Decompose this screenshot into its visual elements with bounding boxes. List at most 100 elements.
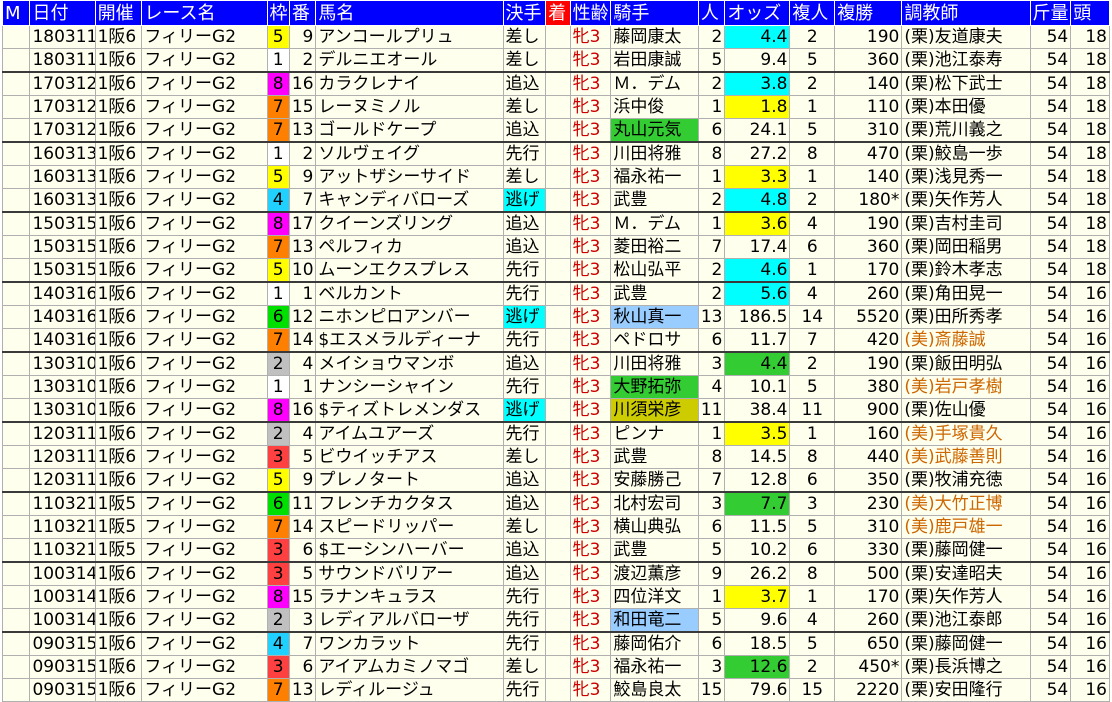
table-row[interactable]: 180311 1阪6 フィリーG2 1 2 デルニエオール 差し 牝3 岩田康誠 5 9.4 5 360… — [1, 48, 1110, 73]
cell-date: 120311 — [29, 421, 96, 446]
cell-chaku — [545, 351, 571, 376]
col-header-ban[interactable]: 番 — [288, 0, 317, 26]
cell-jockey: 岩田康誠 — [610, 48, 699, 73]
cell-sexage: 牝3 — [569, 351, 612, 376]
cell-fuku: 260 — [834, 608, 903, 633]
table-row[interactable]: 180311 1阪6 フィリーG2 5 9 アンコールプリュ 差し 牝3 藤岡康太 2 4.4 2 19… — [1, 25, 1110, 49]
cell-kinryo: 54 — [1029, 48, 1072, 73]
table-row[interactable]: 100314 1阪6 フィリーG2 8 15 ラナンキュラス 先行 牝3 四位洋文 1 3.7 1 17… — [1, 585, 1110, 609]
cell-kinryo: 54 — [1029, 165, 1072, 189]
cell-sexage: 牝3 — [569, 211, 612, 236]
cell-chaku — [545, 608, 571, 633]
cell-kimete: 逃げ — [502, 305, 547, 329]
cell-kaisai: 1阪6 — [94, 585, 143, 609]
cell-waku: 1 — [266, 141, 290, 166]
col-header-kaisai[interactable]: 開催 — [94, 0, 143, 26]
col-header-fninki[interactable]: 複人 — [789, 0, 836, 26]
table-row[interactable]: 150315 1阪6 フィリーG2 7 13 ペルフィカ 追込 牝3 菱田裕二 7 17.4 6 360… — [1, 235, 1110, 259]
cell-fuku: 190 — [834, 25, 903, 49]
cell-ban: 1 — [288, 375, 317, 399]
cell-waku: 2 — [266, 421, 290, 446]
cell-kaisai: 1阪6 — [94, 351, 143, 376]
table-row[interactable]: 100314 1阪6 フィリーG2 2 3 レディアルバローザ 先行 牝3 和田竜二 5 9.6 4 2… — [1, 608, 1110, 633]
table-row[interactable]: 130310 1阪6 フィリーG2 2 4 メイショウマンボ 追込 牝3 川田将雅 3 4.4 2 19… — [1, 351, 1110, 376]
table-row[interactable]: 140316 1阪6 フィリーG2 1 1 ベルカント 先行 牝3 武豊 2 5.6 4 260 (栗)角… — [1, 281, 1110, 306]
cell-sexage: 牝3 — [569, 25, 612, 49]
table-row[interactable]: 130310 1阪6 フィリーG2 8 16 $ティズトレメンダス 逃げ 牝3 川須栄彦 11 38… — [1, 398, 1110, 423]
cell-ninki: 7 — [697, 468, 726, 493]
table-row[interactable]: 120311 1阪6 フィリーG2 5 9 プレノタート 追込 牝3 安藤勝己 7 12.8 6 350… — [1, 468, 1110, 493]
col-header-jockey[interactable]: 騎手 — [610, 0, 699, 26]
table-row[interactable]: 150315 1阪6 フィリーG2 8 17 クイーンズリング 追込 牝3 Ｍ．デム 1 3.6 4 1… — [1, 211, 1110, 236]
cell-chaku — [545, 538, 571, 563]
cell-chaku — [545, 585, 571, 609]
cell-fuku: 360 — [834, 48, 903, 73]
table-row[interactable]: 120311 1阪6 フィリーG2 2 4 アイムユアーズ 先行 牝3 ピンナ 1 3.5 1 160(… — [1, 421, 1110, 446]
cell-jockey: 浜中俊 — [610, 95, 699, 119]
cell-race: フィリーG2 — [141, 538, 268, 563]
cell-trainer: (栗)池江泰郎 — [901, 608, 1031, 633]
cell-m — [1, 375, 31, 399]
table-row[interactable]: 150315 1阪6 フィリーG2 5 10 ムーンエクスプレス 先行 牝3 松山弘平 2 4.6 1… — [1, 258, 1110, 283]
cell-odds: 3.7 — [724, 585, 791, 609]
table-row[interactable]: 100314 1阪6 フィリーG2 3 5 サウンドバリアー 追込 牝3 渡辺薫彦 9 26.2 8 5… — [1, 561, 1110, 586]
cell-kaisai: 1阪6 — [94, 421, 143, 446]
table-row[interactable]: 160313 1阪6 フィリーG2 5 9 アットザシーサイド 差し 牝3 福永祐一 1 3.3 1 1… — [1, 165, 1110, 189]
cell-sexage: 牝3 — [569, 118, 612, 143]
cell-fuku: 420 — [834, 328, 903, 353]
table-row[interactable]: 090315 1阪6 フィリーG2 7 13 レディルージュ 先行 牝3 鮫島良太 15 79.6 1… — [1, 678, 1110, 702]
table-row[interactable]: 130310 1阪6 フィリーG2 1 1 ナンシーシャイン 先行 牝3 大野拓弥 4 10.1 5 3… — [1, 375, 1110, 399]
col-header-odds[interactable]: オッズ — [724, 0, 791, 26]
table-row[interactable]: 110321 1阪5 フィリーG2 3 6 $エーシンハーバー 追込 牝3 武豊 5 10.2 6 33… — [1, 538, 1110, 563]
cell-date: 130310 — [29, 398, 96, 423]
col-header-kimete[interactable]: 決手 — [502, 0, 547, 26]
table-row[interactable]: 160313 1阪6 フィリーG2 4 7 キャンディバローズ 逃げ 牝3 武豊 2 4.8 2 180… — [1, 188, 1110, 213]
cell-tou: 18 — [1070, 118, 1110, 143]
cell-date: 150315 — [29, 235, 96, 259]
table-row[interactable]: 140316 1阪6 フィリーG2 7 14 $エスメラルディーナ 先行 牝3 ペドロサ 6 11.… — [1, 328, 1110, 353]
cell-horse: サウンドバリアー — [315, 561, 504, 586]
cell-fuku: 500 — [834, 561, 903, 586]
col-header-kinryo[interactable]: 斤量 — [1029, 0, 1072, 26]
table-row[interactable]: 170312 1阪6 フィリーG2 7 15 レーヌミノル 差し 牝3 浜中俊 1 1.8 1 110(… — [1, 95, 1110, 119]
cell-waku: 7 — [266, 118, 290, 143]
col-header-race[interactable]: レース名 — [141, 0, 268, 26]
table-row[interactable]: 120311 1阪6 フィリーG2 3 5 ビウイッチアス 差し 牝3 武豊 8 14.5 8 440(… — [1, 445, 1110, 469]
table-row[interactable]: 140316 1阪6 フィリーG2 6 12 ニホンピロアンバー 逃げ 牝3 秋山真一 13 186… — [1, 305, 1110, 329]
col-header-trainer[interactable]: 調教師 — [901, 0, 1031, 26]
col-header-horse[interactable]: 馬名 — [315, 0, 504, 26]
cell-mark: * — [890, 656, 900, 677]
cell-waku: 3 — [266, 538, 290, 563]
cell-kinryo: 54 — [1029, 281, 1072, 306]
table-row[interactable]: 090315 1阪6 フィリーG2 3 6 アイアムカミノマゴ 差し 牝3 福永祐一 3 12.6 2… — [1, 655, 1110, 679]
col-header-tou[interactable]: 頭 — [1070, 0, 1110, 26]
cell-waku: 6 — [266, 305, 290, 329]
cell-date: 170312 — [29, 71, 96, 96]
col-header-sexage[interactable]: 性齢 — [569, 0, 612, 26]
cell-date: 150315 — [29, 258, 96, 283]
col-header-date[interactable]: 日付 — [29, 0, 96, 26]
cell-kimete: 追込 — [502, 211, 547, 236]
cell-odds: 186.5 — [724, 305, 791, 329]
cell-date: 130310 — [29, 351, 96, 376]
table-row[interactable]: 090315 1阪6 フィリーG2 4 7 ワンカラット 先行 牝3 藤岡佑介 6 18.5 5 650… — [1, 631, 1110, 656]
cell-fninki: 1 — [789, 258, 836, 283]
col-header-waku[interactable]: 枠 — [266, 0, 290, 26]
col-header-chaku[interactable]: 着 — [545, 0, 571, 26]
cell-fninki: 11 — [789, 398, 836, 423]
table-row[interactable]: 170312 1阪6 フィリーG2 8 16 カラクレナイ 追込 牝3 Ｍ．デム 2 3.8 2 140… — [1, 71, 1110, 96]
col-header-fuku[interactable]: 複勝 — [834, 0, 903, 26]
cell-sexage: 牝3 — [569, 71, 612, 96]
cell-m — [1, 421, 31, 446]
cell-date: 090315 — [29, 678, 96, 702]
cell-sexage: 牝3 — [569, 141, 612, 166]
table-row[interactable]: 170312 1阪6 フィリーG2 7 13 ゴールドケープ 追込 牝3 丸山元気 6 24.1 5 3… — [1, 118, 1110, 143]
cell-kimete: 追込 — [502, 351, 547, 376]
table-row[interactable]: 160313 1阪6 フィリーG2 1 2 ソルヴェイグ 先行 牝3 川田将雅 8 27.2 8 470… — [1, 141, 1110, 166]
cell-m — [1, 211, 31, 236]
col-header-ninki[interactable]: 人 — [697, 0, 726, 26]
col-header-mark[interactable]: M — [1, 0, 31, 26]
cell-kaisai: 1阪6 — [94, 188, 143, 213]
table-row[interactable]: 110321 1阪5 フィリーG2 6 11 フレンチカクタス 追込 牝3 北村宏司 3 7.7 3 2… — [1, 491, 1110, 516]
table-row[interactable]: 110321 1阪5 フィリーG2 7 14 スピードリッパー 差し 牝3 横山典弘 6 11.5 5… — [1, 515, 1110, 539]
